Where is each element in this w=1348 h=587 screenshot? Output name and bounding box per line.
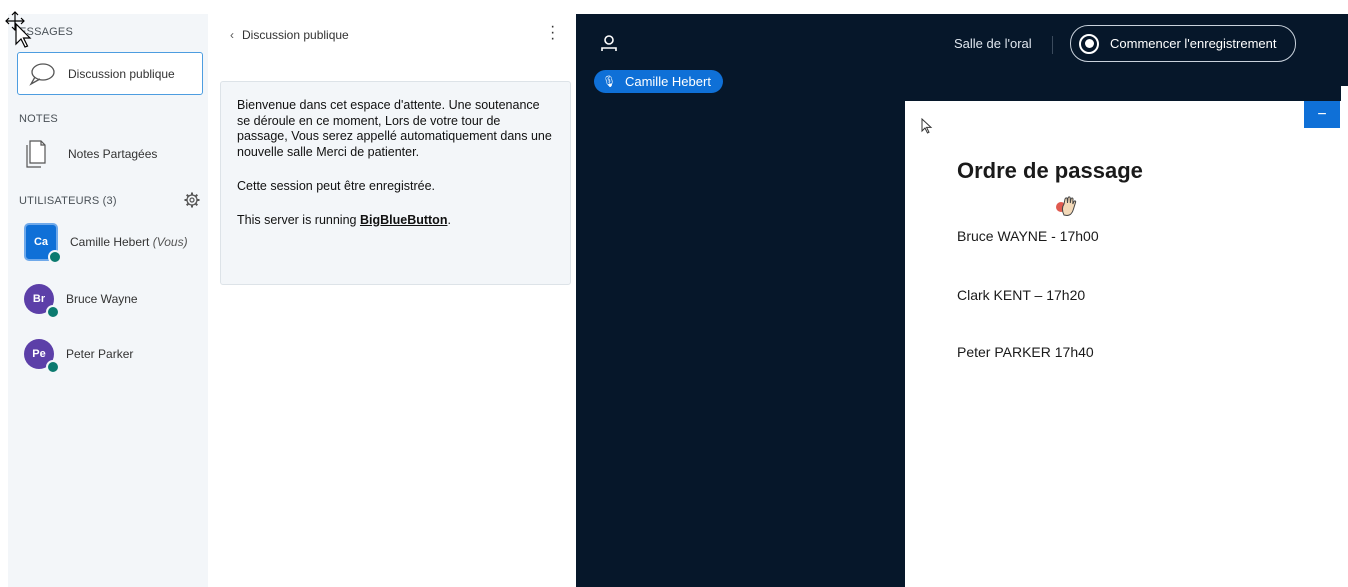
chat-options-icon[interactable]: · · · [550,19,556,47]
avatar-initials: Pe [32,348,46,360]
chat-bubble-icon [29,62,55,86]
talker-name: Camille Hebert [624,74,711,89]
recording-notice: Cette session peut être enregistrée. [237,179,436,193]
server-suffix: . [447,212,451,227]
welcome-text: Bienvenue dans cet espace d'attente. Une… [237,98,552,159]
gear-icon[interactable] [184,192,200,208]
slide-line: Clark KENT – 17h20 [957,287,1086,303]
user-name: Peter Parker [66,347,134,361]
avatar-initials: Br [32,293,46,305]
slide-line: Bruce WAYNE - 17h00 [957,228,1099,244]
audio-badge-icon [46,305,60,319]
start-recording-button[interactable]: Commencer l'enregistrement [1070,25,1296,62]
users-section-title: UTILISATEURS (3) [19,195,117,207]
divider [1052,36,1053,54]
user-list-sidebar: ESSAGES Discussion publique NOTES Notes … [8,14,208,587]
you-suffix: (Vous) [152,235,188,249]
public-chat-label: Discussion publique [68,66,175,81]
user-item-peter[interactable]: Pe Peter Parker [24,339,134,374]
slide-line: Peter PARKER 17h40 [957,344,1094,360]
chevron-left-icon: ‹ [230,28,234,42]
avatar: Pe [24,339,60,374]
server-info: This server is running BigBlueButton. [237,213,554,229]
bigbluebutton-link[interactable]: BigBlueButton [360,213,447,227]
slide-title: Ordre de passage [957,158,1143,183]
notes-icon [26,140,46,168]
welcome-message: Bienvenue dans cet espace d'attente. Une… [220,81,571,285]
shared-notes-item[interactable]: Notes Partagées [26,140,157,168]
microphone-icon: 🎙 [602,76,616,88]
server-prefix: This server is running [237,212,360,227]
pointer-cursor-icon [921,118,933,134]
notes-section-title: NOTES [19,113,58,125]
chat-back-button[interactable]: ‹ Discussion publique [230,28,349,42]
public-chat-item[interactable]: Discussion publique [17,52,203,95]
user-item-camille[interactable]: Ca Camille Hebert (Vous) [24,223,188,264]
avatar: Br [24,284,60,319]
edge-strip [1341,86,1348,587]
avatar: Ca [24,223,62,264]
user-item-bruce[interactable]: Br Bruce Wayne [24,284,138,319]
minimize-presentation-button[interactable]: − [1304,101,1340,128]
room-name: Salle de l'oral [954,36,1032,51]
shared-notes-label: Notes Partagées [68,147,158,161]
chat-title: Discussion publique [242,28,349,42]
user-icon[interactable] [600,34,618,52]
audio-badge-icon [48,250,62,264]
user-name-text: Camille Hebert [70,235,150,249]
record-label: Commencer l'enregistrement [1110,36,1277,51]
user-name: Bruce Wayne [66,292,138,306]
avatar-initials: Ca [33,236,49,248]
presentation-slide[interactable]: Ordre de passage Bruce WAYNE - 17h00 Cla… [905,101,1341,587]
move-cursor-icon [5,11,32,48]
talking-indicator[interactable]: 🎙 Camille Hebert [594,70,723,93]
presentation-area: Salle de l'oral Commencer l'enregistreme… [576,14,1348,587]
audio-badge-icon [46,360,60,374]
top-strip [0,0,1348,14]
record-icon [1079,33,1099,54]
user-name: Camille Hebert (Vous) [70,235,188,249]
raised-hand-icon [1056,196,1077,217]
chat-panel: ‹ Discussion publique · · · Bienvenue dans … [208,14,576,587]
